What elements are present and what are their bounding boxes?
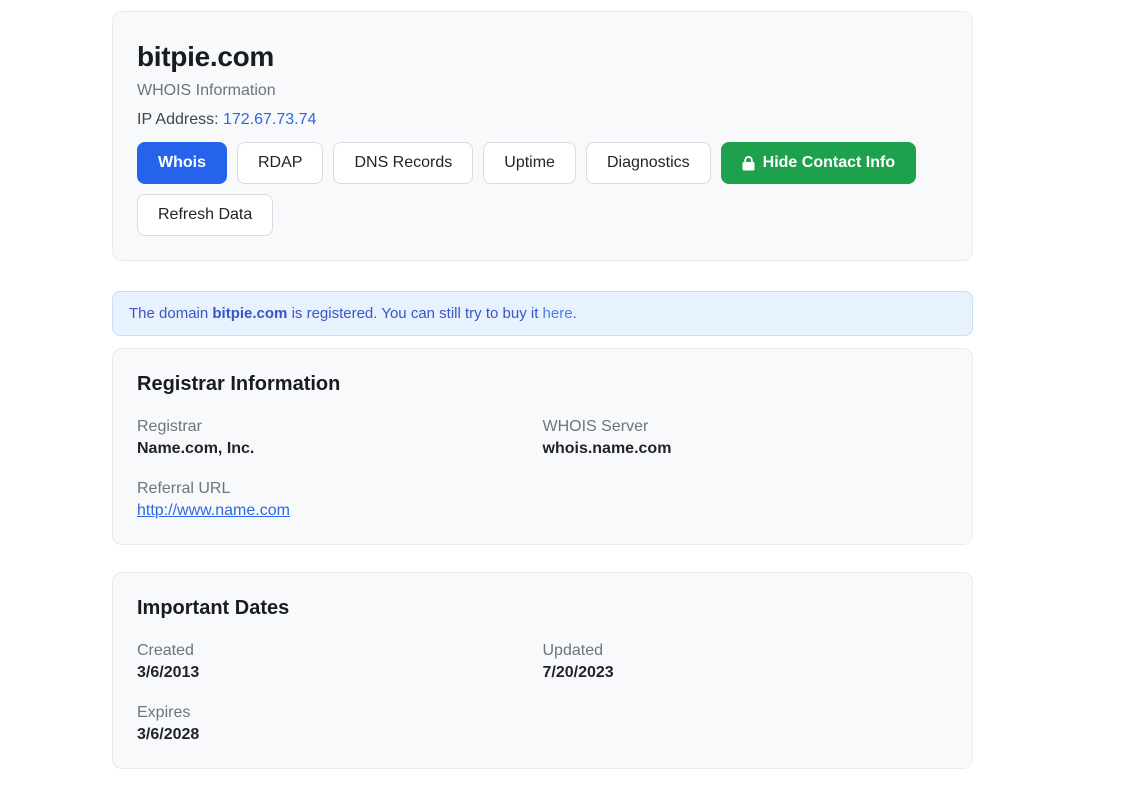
field-empty [543,704,949,744]
field-value: 3/6/2028 [137,726,200,743]
action-button-row: Whois RDAP DNS Records Uptime Diagnostic… [137,142,948,236]
field-created: Created 3/6/2013 [137,642,543,682]
alert-prefix: The domain [129,305,213,322]
hide-contact-info-button[interactable]: Hide Contact Info [720,142,917,184]
field-label: Expires [137,704,191,721]
tab-uptime[interactable]: Uptime [483,142,576,184]
ip-address-link[interactable]: 172.67.73.74 [223,111,316,128]
registered-alert: The domain bitpie.com is registered. You… [112,291,973,336]
field-label: WHOIS Server [542,418,649,435]
tab-whois[interactable]: Whois [137,142,227,184]
whois-subtitle: WHOIS Information [137,82,276,99]
field-label: Registrar [137,418,202,435]
lock-icon [742,155,755,171]
field-label: Referral URL [137,480,231,497]
alert-middle: is registered. You can still try to buy … [287,305,543,322]
field-whois-server: WHOIS Server whois.name.com [543,418,949,458]
alert-suffix: . [572,305,577,322]
field-referral-url: Referral URL http://www.name.com [137,480,543,520]
referral-url-link[interactable]: http://www.name.com [137,502,290,519]
domain-header-card: bitpie.com WHOIS Information IP Address:… [112,11,973,261]
tab-dns-records[interactable]: DNS Records [333,142,474,184]
buy-here-link[interactable]: here [543,305,573,322]
registrar-info-card: Registrar Information Registrar Name.com… [112,348,973,545]
whois-page: bitpie.com WHOIS Information IP Address:… [0,0,1132,801]
important-dates-card: Important Dates Created 3/6/2013 Updated… [112,572,973,769]
ip-line: IP Address: 172.67.73.74 [137,111,948,129]
page-title: bitpie.com [137,41,275,72]
main-content: bitpie.com WHOIS Information IP Address:… [112,11,973,796]
field-expires: Expires 3/6/2028 [137,704,543,744]
field-empty [543,480,949,520]
field-updated: Updated 7/20/2023 [543,642,949,682]
alert-domain: bitpie.com [212,305,288,322]
field-label: Updated [542,642,604,659]
field-value: 7/20/2023 [542,664,614,681]
refresh-data-button[interactable]: Refresh Data [137,194,274,236]
tab-diagnostics[interactable]: Diagnostics [585,142,711,184]
field-label: Created [137,642,194,659]
tab-rdap[interactable]: RDAP [237,142,324,184]
field-value: whois.name.com [542,440,672,457]
dates-card-title: Important Dates [137,597,290,619]
ip-label: IP Address: [137,111,223,128]
field-value: Name.com, Inc. [137,440,255,457]
registrar-field-grid: Registrar Name.com, Inc. WHOIS Server wh… [137,418,948,520]
field-registrar: Registrar Name.com, Inc. [137,418,543,458]
registrar-card-title: Registrar Information [137,373,341,395]
hide-contact-info-label: Hide Contact Info [762,154,896,171]
field-value: 3/6/2013 [137,664,200,681]
dates-field-grid: Created 3/6/2013 Updated 7/20/2023 Expir… [137,642,948,744]
